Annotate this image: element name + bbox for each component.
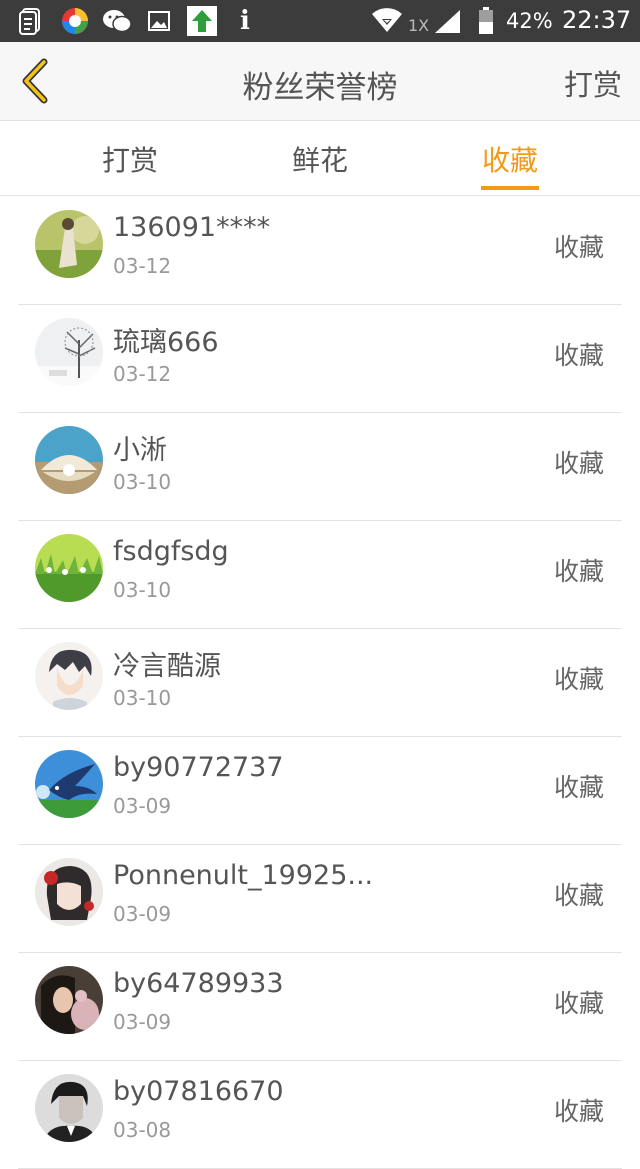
avatar[interactable] — [35, 534, 103, 602]
wifi-icon — [370, 6, 404, 36]
action-label: 收藏 — [553, 557, 604, 586]
action-label: 收藏 — [553, 1097, 604, 1126]
reward-button[interactable]: 打赏 — [564, 62, 622, 104]
fan-name: 136091**** — [113, 212, 271, 243]
avatar[interactable] — [35, 210, 103, 278]
fan-date: 03-12 — [113, 254, 172, 278]
fan-date: 03-09 — [113, 1010, 172, 1034]
list-item[interactable]: by90772737 03-09 收藏 — [18, 736, 622, 845]
fan-date: 03-12 — [113, 362, 172, 386]
tab-favorites[interactable]: 收藏 — [450, 139, 570, 179]
info-icon: i — [240, 6, 250, 36]
fan-date: 03-09 — [113, 902, 172, 926]
action-label: 收藏 — [553, 233, 604, 262]
network-label: 1X — [408, 16, 430, 35]
active-tab-indicator — [481, 186, 539, 190]
list-item[interactable]: by64789933 03-09 收藏 — [18, 952, 622, 1061]
battery-percent: 42% — [506, 9, 553, 33]
avatar[interactable] — [35, 426, 103, 494]
battery-icon — [474, 6, 498, 36]
action-label: 收藏 — [553, 773, 604, 802]
list-item[interactable]: 136091**** 03-12 收藏 — [18, 196, 622, 305]
list-item[interactable]: fsdgfsdg 03-10 收藏 — [18, 520, 622, 629]
fan-date: 03-08 — [113, 1118, 172, 1142]
action-label: 收藏 — [553, 665, 604, 694]
fan-name: by90772737 — [113, 752, 284, 783]
action-label: 收藏 — [553, 341, 604, 370]
wechat-icon — [102, 6, 132, 36]
avatar[interactable] — [35, 642, 103, 710]
tab-bar: 打赏 鲜花 收藏 — [0, 121, 640, 196]
fan-name: by64789933 — [113, 968, 284, 999]
list-item[interactable]: by07816670 03-08 收藏 — [18, 1060, 622, 1169]
notes-icon — [16, 6, 46, 36]
tab-reward[interactable]: 打赏 — [70, 139, 190, 179]
avatar[interactable] — [35, 1074, 103, 1142]
fan-date: 03-09 — [113, 794, 172, 818]
avatar[interactable] — [35, 318, 103, 386]
fan-name: Ponnenult_19925... — [113, 860, 374, 891]
tab-flowers[interactable]: 鲜花 — [260, 139, 380, 179]
list-item[interactable]: 小淅 03-10 收藏 — [18, 412, 622, 521]
avatar[interactable] — [35, 966, 103, 1034]
action-label: 收藏 — [553, 989, 604, 1018]
list-item[interactable]: Ponnenult_19925... 03-09 收藏 — [18, 844, 622, 953]
page-title: 粉丝荣誉榜 — [242, 70, 398, 106]
fan-date: 03-10 — [113, 578, 172, 602]
fan-name: 小淅 — [113, 435, 167, 466]
avatar[interactable] — [35, 858, 103, 926]
signal-icon — [432, 6, 462, 36]
avatar[interactable] — [35, 750, 103, 818]
list-item[interactable]: 琉璃666 03-12 收藏 — [18, 304, 622, 413]
upload-icon — [187, 6, 217, 36]
fan-name: 冷言酷源 — [113, 651, 221, 682]
header-bar: 粉丝荣誉榜 打赏 — [0, 42, 640, 121]
action-label: 收藏 — [553, 881, 604, 910]
image-icon — [144, 6, 174, 36]
fan-name: fsdgfsdg — [113, 536, 229, 567]
app-browser-icon — [60, 6, 90, 36]
clock: 22:37 — [562, 6, 632, 34]
fan-name: by07816670 — [113, 1076, 284, 1107]
action-label: 收藏 — [553, 449, 604, 478]
fan-date: 03-10 — [113, 686, 172, 710]
status-bar: i 1X 42% 22:37 — [0, 0, 640, 42]
list-item[interactable]: 冷言酷源 03-10 收藏 — [18, 628, 622, 737]
fan-name: 琉璃666 — [113, 327, 219, 358]
fan-date: 03-10 — [113, 470, 172, 494]
